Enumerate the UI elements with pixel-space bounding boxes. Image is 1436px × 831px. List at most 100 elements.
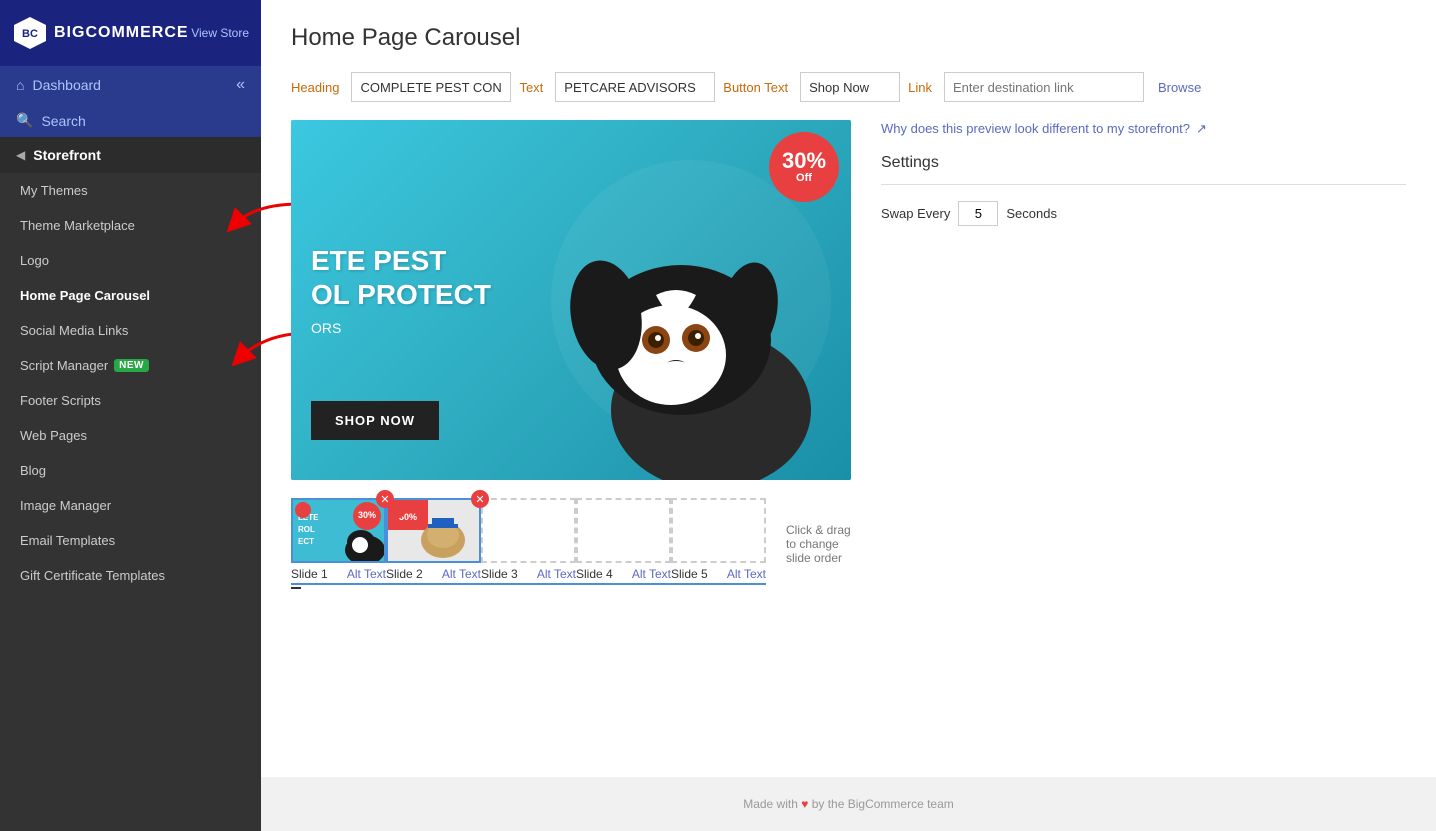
sidebar-item-web-pages[interactable]: Web Pages	[0, 418, 261, 453]
slide-item-5: Slide 5 Alt Text	[671, 498, 766, 585]
discount-off-label: Off	[796, 172, 812, 184]
footer-suffix: by the BigCommerce team	[812, 797, 954, 811]
sidebar-header: BC BIGCOMMERCE View Store	[0, 0, 261, 66]
sidebar-item-theme-marketplace[interactable]: Theme Marketplace	[0, 208, 261, 243]
sidebar-item-logo[interactable]: Logo	[0, 243, 261, 278]
footer-made-with: Made with	[743, 797, 798, 811]
carousel-toolbar: Heading Text Button Text Link Browse	[291, 72, 1406, 102]
sidebar-item-blog[interactable]: Blog	[0, 453, 261, 488]
sidebar-item-label: Social Media Links	[20, 323, 128, 338]
dashboard-row[interactable]: ⌂ Dashboard «	[0, 66, 261, 104]
preview-layout: 30% Off ETE PEST OL PROTECT ORS SHOP NOW	[291, 120, 1406, 589]
slide-3-label-row: Slide 3 Alt Text	[481, 567, 576, 585]
sidebar-item-label: My Themes	[20, 183, 88, 198]
slide-item-1: LETE ROL ECT 30%	[291, 498, 386, 589]
link-label: Link	[908, 80, 932, 95]
slide-1-alt-text[interactable]: Alt Text	[347, 567, 386, 581]
slide-4-alt-text[interactable]: Alt Text	[632, 567, 671, 581]
discount-percentage: 30%	[782, 150, 826, 172]
settings-divider	[881, 184, 1406, 185]
collapse-left-icon: ◀	[16, 148, 25, 162]
sidebar-item-email-templates[interactable]: Email Templates	[0, 523, 261, 558]
external-link-icon: ↗	[1196, 120, 1207, 138]
slide-2-label-row: Slide 2 Alt Text	[386, 567, 481, 585]
sidebar-item-label: Logo	[20, 253, 49, 268]
sidebar-item-label: Image Manager	[20, 498, 111, 513]
sidebar-item-label: Home Page Carousel	[20, 288, 150, 303]
shop-now-button[interactable]: SHOP NOW	[311, 401, 439, 440]
sidebar-item-label: Theme Marketplace	[20, 218, 135, 233]
slide-thumbnail-1[interactable]: LETE ROL ECT 30%	[291, 498, 386, 563]
swap-every-input[interactable]	[958, 201, 998, 226]
page-footer: Made with ♥ by the BigCommerce team	[261, 777, 1436, 831]
dashboard-label: Dashboard	[32, 77, 101, 93]
svg-text:ROL: ROL	[298, 525, 315, 534]
slide-thumbnail-2[interactable]: 30%	[386, 498, 481, 563]
slide-1-delete-button[interactable]: ✕	[376, 490, 394, 508]
sidebar-nav: My Themes Theme Marketplace Logo Home Pa…	[0, 173, 261, 593]
carousel-preview: 30% Off ETE PEST OL PROTECT ORS SHOP NOW	[291, 120, 851, 589]
slide-2-edit-icon	[390, 502, 406, 518]
sidebar-item-label: Web Pages	[20, 428, 87, 443]
heading-line2: OL PROTECT	[311, 279, 491, 310]
sidebar-item-label: Blog	[20, 463, 46, 478]
slide-4-label-row: Slide 4 Alt Text	[576, 567, 671, 585]
heading-line1: ETE PEST	[311, 245, 446, 276]
slide-5-label: Slide 5	[671, 567, 708, 581]
sidebar-item-social-media-links[interactable]: Social Media Links	[0, 313, 261, 348]
text-input[interactable]	[555, 72, 715, 102]
discount-badge: 30% Off	[769, 132, 839, 202]
sidebar-item-home-page-carousel[interactable]: Home Page Carousel	[0, 278, 261, 313]
sidebar-item-label: Script Manager	[20, 358, 108, 373]
slide-4-label: Slide 4	[576, 567, 613, 581]
carousel-image: 30% Off ETE PEST OL PROTECT ORS SHOP NOW	[291, 120, 851, 480]
drag-hint: Click & drag to change slide order	[786, 523, 851, 565]
carousel-text-overlay: ETE PEST OL PROTECT ORS	[291, 180, 551, 400]
slide-thumbnail-3[interactable]	[481, 498, 576, 563]
sidebar-item-my-themes[interactable]: My Themes	[0, 173, 261, 208]
brand-name: BIGCOMMERCE	[54, 24, 189, 42]
slide-item-3: Slide 3 Alt Text	[481, 498, 576, 585]
slide-2-delete-button[interactable]: ✕	[471, 490, 489, 508]
button-text-input[interactable]	[800, 72, 900, 102]
sidebar-item-gift-certificate-templates[interactable]: Gift Certificate Templates	[0, 558, 261, 593]
slide-1-label: Slide 1	[291, 567, 328, 581]
sidebar-item-image-manager[interactable]: Image Manager	[0, 488, 261, 523]
search-row[interactable]: 🔍 Search	[0, 104, 261, 137]
new-badge: NEW	[114, 359, 149, 372]
storefront-label: Storefront	[33, 147, 101, 163]
sidebar-item-label: Footer Scripts	[20, 393, 101, 408]
slide-2-label: Slide 2	[386, 567, 423, 581]
slide-1-underline	[291, 587, 301, 589]
content-area: Home Page Carousel Heading Text Button T…	[261, 0, 1436, 777]
heading-input[interactable]	[351, 72, 511, 102]
settings-panel: Why does this preview look different to …	[881, 120, 1406, 226]
slide-5-alt-text[interactable]: Alt Text	[727, 567, 766, 581]
settings-title: Settings	[881, 154, 1406, 172]
search-label: Search	[41, 113, 85, 129]
svg-text:ECT: ECT	[298, 537, 314, 546]
search-icon: 🔍	[16, 112, 33, 129]
slide-1-label-row: Slide 1 Alt Text	[291, 567, 386, 585]
text-label: Text	[519, 80, 543, 95]
collapse-button[interactable]: «	[236, 76, 245, 94]
slide-3-alt-text[interactable]: Alt Text	[537, 567, 576, 581]
slide-thumbnail-4[interactable]	[576, 498, 671, 563]
storefront-section-header: ◀ Storefront	[0, 137, 261, 173]
slide-thumbnail-5[interactable]	[671, 498, 766, 563]
dashboard-link[interactable]: ⌂ Dashboard	[16, 77, 101, 93]
slide-2-alt-text[interactable]: Alt Text	[442, 567, 481, 581]
why-different-link[interactable]: Why does this preview look different to …	[881, 120, 1406, 138]
swap-every-row: Swap Every Seconds	[881, 201, 1406, 226]
heading-label: Heading	[291, 80, 339, 95]
sidebar-item-script-manager[interactable]: Script Manager NEW	[0, 348, 261, 383]
svg-text:30%: 30%	[358, 510, 376, 520]
heart-icon: ♥	[801, 797, 808, 811]
view-store-link[interactable]: View Store	[191, 26, 249, 40]
main-content: Home Page Carousel Heading Text Button T…	[261, 0, 1436, 831]
overlay-heading: ETE PEST OL PROTECT	[311, 244, 551, 311]
slide-item-4: Slide 4 Alt Text	[576, 498, 671, 585]
link-input[interactable]	[944, 72, 1144, 102]
browse-button[interactable]: Browse	[1158, 80, 1201, 95]
sidebar-item-footer-scripts[interactable]: Footer Scripts	[0, 383, 261, 418]
